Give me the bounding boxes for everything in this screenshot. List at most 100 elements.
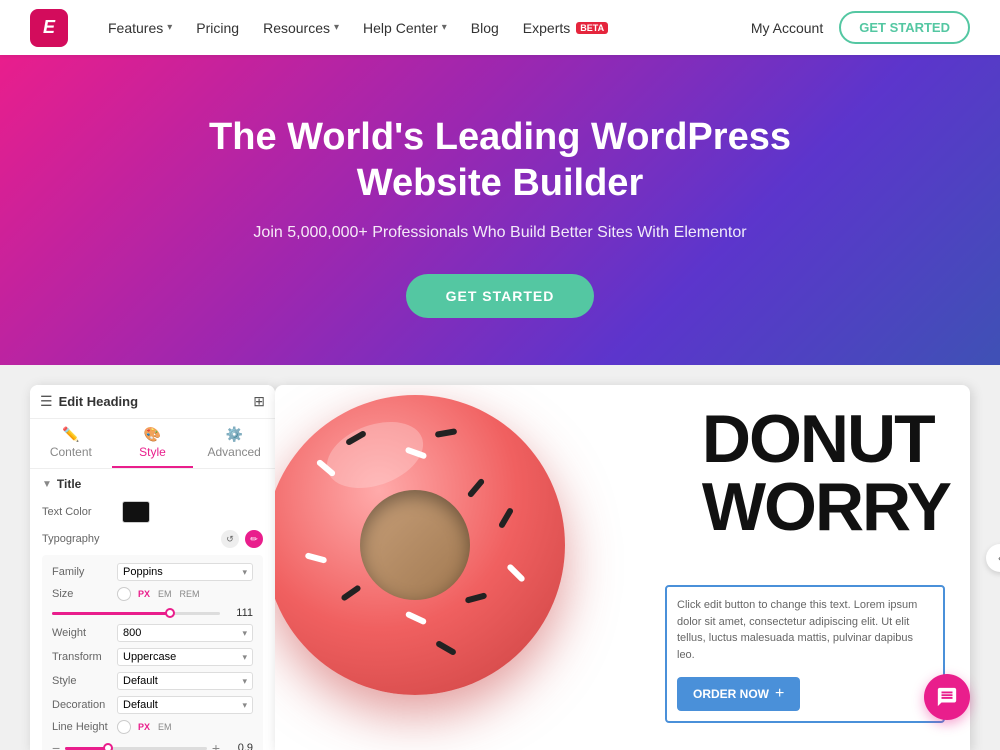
decoration-label: Decoration <box>52 699 117 711</box>
editor-tabs: ✏️ Content 🎨 Style ⚙️ Advanced <box>30 419 275 469</box>
blog-label: Blog <box>471 20 499 36</box>
chat-bubble-button[interactable] <box>924 674 970 720</box>
grid-icon[interactable]: ⊞ <box>253 393 265 410</box>
nav-experts[interactable]: Experts BETA <box>513 14 618 42</box>
style-field: Style Default ▾ <box>52 672 253 690</box>
line-height-controls: PX EM <box>117 720 253 734</box>
decoration-select-value: Default <box>123 699 158 711</box>
line-height-slider[interactable] <box>65 747 207 750</box>
nav-pricing[interactable]: Pricing <box>186 14 249 42</box>
content-tab-label: Content <box>50 445 92 459</box>
demo-section: ☰ Edit Heading ⊞ ✏️ Content 🎨 Style ⚙️ A… <box>0 365 1000 750</box>
title-section-label: Title <box>57 477 81 491</box>
size-slider-fill <box>52 612 170 615</box>
helpcenter-label: Help Center <box>363 20 438 36</box>
sprinkle-8 <box>405 611 427 626</box>
tab-content[interactable]: ✏️ Content <box>30 419 112 468</box>
get-started-nav-button[interactable]: GET STARTED <box>839 11 970 44</box>
order-now-button[interactable]: ORDER NOW + <box>677 677 800 711</box>
donut-text-line1: DONUT <box>702 405 950 473</box>
canvas-text-box: Click edit button to change this text. L… <box>665 585 945 723</box>
line-height-slider-fill <box>65 747 107 750</box>
advanced-tab-label: Advanced <box>207 445 260 459</box>
size-slider-thumb[interactable] <box>165 608 175 618</box>
line-height-value-display: 0.9 <box>225 742 253 750</box>
typography-label: Typography <box>42 533 122 545</box>
weight-value: 800 ▾ <box>117 624 253 642</box>
weight-select-value: 800 <box>123 627 141 639</box>
typography-edit-icon[interactable]: ✏ <box>245 530 263 548</box>
nav-features[interactable]: Features ▾ <box>98 14 182 42</box>
transform-label: Transform <box>52 651 117 663</box>
line-height-minus-button[interactable]: − <box>52 740 60 750</box>
line-height-slider-row: − + 0.9 <box>52 740 253 750</box>
style-select-arrow-icon: ▾ <box>242 676 247 687</box>
sprinkle-3 <box>435 428 458 438</box>
features-label: Features <box>108 20 163 36</box>
line-height-unit-em[interactable]: EM <box>155 721 175 733</box>
style-tab-label: Style <box>139 445 166 459</box>
family-select-arrow-icon: ▾ <box>242 567 247 578</box>
content-tab-icon: ✏️ <box>62 426 79 443</box>
family-select[interactable]: Poppins ▾ <box>117 563 253 581</box>
tab-style[interactable]: 🎨 Style <box>112 419 194 468</box>
text-color-swatch[interactable] <box>122 501 150 523</box>
text-color-value <box>122 501 263 523</box>
size-unit-em[interactable]: EM <box>155 588 175 600</box>
weight-select-arrow-icon: ▾ <box>242 628 247 639</box>
nav-links: Features ▾ Pricing Resources ▾ Help Cent… <box>98 14 751 42</box>
logo[interactable]: E <box>30 9 68 47</box>
family-field: Family Poppins ▾ <box>52 563 253 581</box>
hero-cta-button[interactable]: GET STARTED <box>406 274 595 318</box>
decoration-field: Decoration Default ▾ <box>52 696 253 714</box>
donut-body <box>275 395 565 695</box>
order-now-label: ORDER NOW <box>693 687 769 701</box>
transform-select[interactable]: Uppercase ▾ <box>117 648 253 666</box>
transform-select-value: Uppercase <box>123 651 176 663</box>
typography-controls: ↺ ✏ <box>221 530 263 548</box>
size-label: Size <box>52 588 117 600</box>
donut-text-line2: WORRY <box>702 473 950 541</box>
typography-refresh-icon[interactable]: ↺ <box>221 530 239 548</box>
size-slider-row: 111 <box>52 607 253 619</box>
canvas-body-text: Click edit button to change this text. L… <box>677 597 933 663</box>
sprinkle-11 <box>498 507 514 529</box>
line-height-slider-thumb[interactable] <box>103 743 113 750</box>
resources-chevron-icon: ▾ <box>334 22 339 33</box>
decoration-select[interactable]: Default ▾ <box>117 696 253 714</box>
line-height-unit-px[interactable]: PX <box>135 721 153 733</box>
style-select[interactable]: Default ▾ <box>117 672 253 690</box>
size-unit-rem[interactable]: REM <box>177 588 203 600</box>
size-slider[interactable] <box>52 612 220 615</box>
advanced-tab-icon: ⚙️ <box>225 426 242 443</box>
title-collapse-icon[interactable]: ▼ <box>42 479 52 490</box>
navbar: E Features ▾ Pricing Resources ▾ Help Ce… <box>0 0 1000 55</box>
typography-row: Typography ↺ ✏ <box>42 530 263 548</box>
nav-blog[interactable]: Blog <box>461 14 509 42</box>
style-value: Default ▾ <box>117 672 253 690</box>
sprinkle-7 <box>340 584 361 602</box>
nav-helpcenter[interactable]: Help Center ▾ <box>353 14 457 42</box>
hamburger-icon[interactable]: ☰ <box>40 393 53 410</box>
size-unit-px[interactable]: PX <box>135 588 153 600</box>
weight-select[interactable]: 800 ▾ <box>117 624 253 642</box>
line-height-units: PX EM <box>135 721 175 733</box>
family-value: Poppins ▾ <box>117 563 253 581</box>
my-account-link[interactable]: My Account <box>751 20 823 36</box>
demo-canvas: DONUT WORRY Click edit button to change … <box>275 385 970 750</box>
family-label: Family <box>52 566 117 578</box>
chat-icon <box>936 686 958 708</box>
size-field: Size PX EM REM <box>52 587 253 601</box>
tab-advanced[interactable]: ⚙️ Advanced <box>193 419 275 468</box>
line-height-plus-button[interactable]: + <box>212 740 220 750</box>
resources-label: Resources <box>263 20 330 36</box>
editor-panel: ☰ Edit Heading ⊞ ✏️ Content 🎨 Style ⚙️ A… <box>30 385 275 750</box>
hero-section: The World's Leading WordPress Website Bu… <box>0 55 1000 365</box>
nav-resources[interactable]: Resources ▾ <box>253 14 349 42</box>
line-height-field: Line Height PX EM <box>52 720 253 734</box>
features-chevron-icon: ▾ <box>167 22 172 33</box>
size-units: PX EM REM <box>135 588 203 600</box>
text-color-label: Text Color <box>42 506 122 518</box>
editor-header-left: ☰ Edit Heading <box>40 393 138 410</box>
transform-select-arrow-icon: ▾ <box>242 652 247 663</box>
